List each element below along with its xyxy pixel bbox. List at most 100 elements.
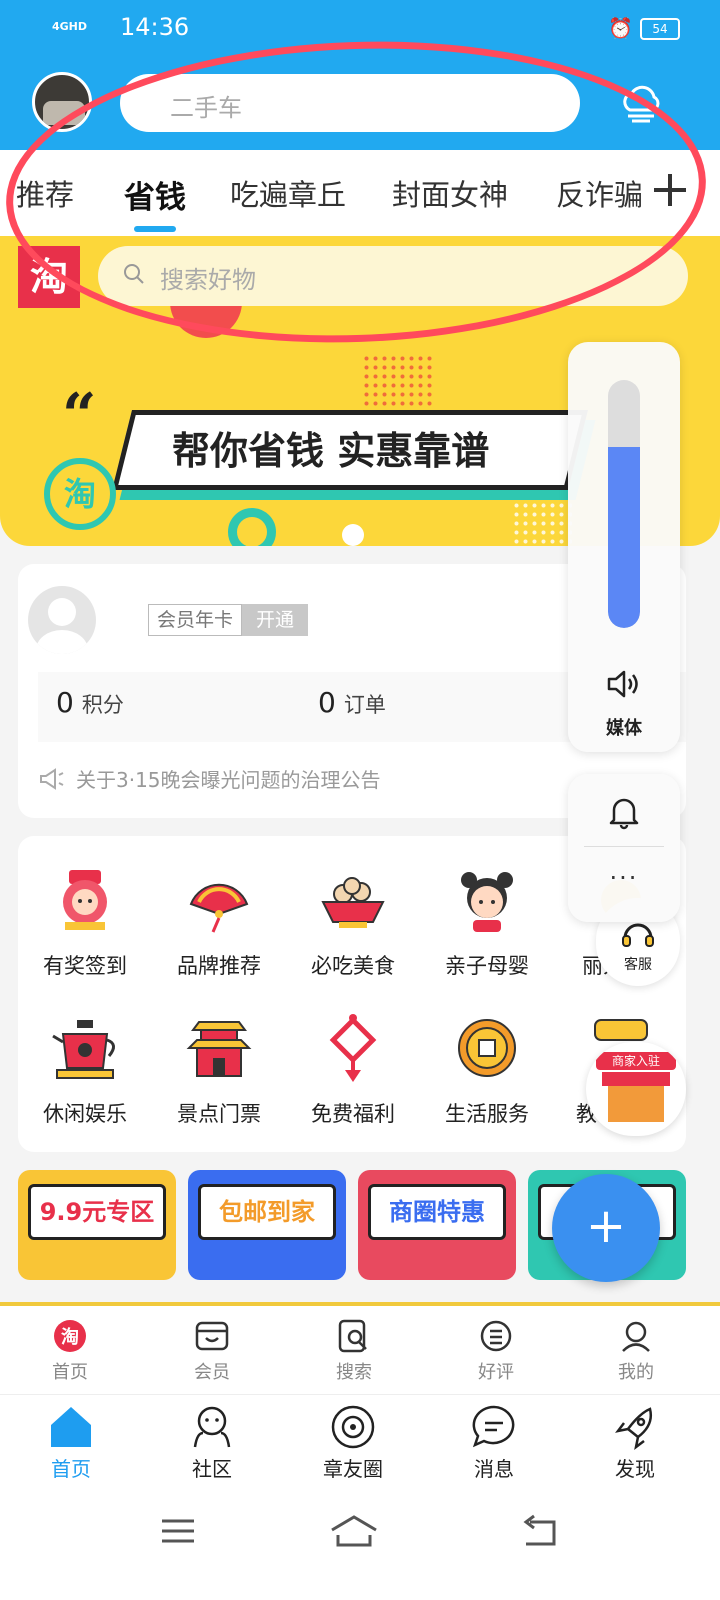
app-nav-home[interactable]: 首页 (26, 1403, 116, 1482)
tab-eat-zhangqiu[interactable]: 吃遍章丘 (230, 172, 346, 214)
category-label: 生活服务 (445, 1102, 529, 1126)
pagoda-icon (186, 1021, 252, 1077)
app-nav-label: 首页 (51, 1457, 91, 1481)
tab-cover-goddess[interactable]: 封面女神 (392, 172, 508, 214)
category-leisure[interactable]: 休闲娱乐 (18, 1012, 152, 1128)
web-nav-label: 好评 (478, 1362, 514, 1383)
community-icon (193, 1406, 231, 1448)
teapot-icon (52, 1020, 115, 1079)
category-free-benefits[interactable]: 免费福利 (286, 1012, 420, 1128)
add-tab-icon[interactable] (652, 172, 688, 208)
web-nav-label: 会员 (194, 1362, 230, 1383)
header-search-placeholder: 二手车 (170, 94, 242, 122)
web-nav-home[interactable]: 淘 首页 (30, 1318, 110, 1384)
web-nav-member[interactable]: 会员 (172, 1318, 252, 1384)
tab-save-money[interactable]: 省钱 (124, 172, 186, 217)
orders-label: 订单 (343, 693, 386, 717)
planet-icon (331, 1405, 375, 1449)
app-nav-discover[interactable]: 发现 (590, 1403, 680, 1482)
decoration-dot (342, 524, 364, 546)
tab-anti-fraud[interactable]: 反诈骗 (556, 172, 643, 214)
volume-media-label: 媒体 (606, 718, 642, 739)
orders-stat[interactable]: 0 订单 (318, 686, 386, 719)
search-doc-icon (338, 1319, 367, 1353)
weather-cloud-icon[interactable] (618, 84, 664, 124)
announcement[interactable]: 关于3·15晚会曝光问题的治理公告 (38, 764, 381, 793)
app-bottom-nav: 首页 社区 章友圈 消息 发现 (0, 1394, 720, 1490)
add-post-button[interactable]: + (552, 1174, 660, 1282)
merchant-join-badge[interactable]: 商家入驻 (586, 1042, 686, 1136)
web-nav-mine[interactable]: 我的 (596, 1318, 676, 1384)
web-nav-label: 首页 (52, 1362, 88, 1383)
taobao-icon: 淘 (54, 1320, 86, 1352)
food-bowl-icon (321, 877, 385, 928)
user-avatar[interactable] (32, 72, 92, 132)
channel-tabs: 推荐 省钱 吃遍章丘 封面女神 反诈骗 (0, 150, 720, 236)
promo-9-9[interactable]: 9.9元专区 (18, 1170, 176, 1280)
web-bottom-nav: 淘 首页 会员 搜索 好评 我的 (0, 1302, 720, 1394)
category-life-service[interactable]: 生活服务 (420, 1012, 554, 1128)
promo-business-district[interactable]: 商圈特惠 (358, 1170, 516, 1280)
smile-list-icon (480, 1320, 512, 1352)
decoration-dots (362, 354, 432, 414)
web-nav-reviews[interactable]: 好评 (456, 1318, 536, 1384)
volume-slider[interactable] (608, 380, 640, 628)
category-brand[interactable]: 品牌推荐 (152, 864, 286, 980)
goods-search-bar[interactable]: 搜索好物 (98, 246, 688, 306)
promo-label: 包邮到家 (198, 1184, 336, 1240)
goods-search-placeholder: 搜索好物 (160, 266, 256, 294)
message-icon (472, 1405, 515, 1448)
category-label: 免费福利 (311, 1102, 395, 1126)
ringer-panel: ··· (568, 774, 680, 922)
child-icon (461, 872, 513, 932)
status-time: 14:36 (120, 13, 190, 41)
promo-label: 9.9元专区 (28, 1184, 166, 1240)
taobao-badge: 淘 (44, 458, 116, 530)
promo-free-shipping[interactable]: 包邮到家 (188, 1170, 346, 1280)
app-nav-messages[interactable]: 消息 (449, 1403, 539, 1482)
lucky-doll-icon (63, 870, 107, 930)
category-checkin[interactable]: 有奖签到 (18, 864, 152, 980)
app-nav-label: 消息 (474, 1457, 514, 1481)
fan-icon (189, 883, 249, 933)
menu-icon[interactable] (160, 1516, 196, 1546)
category-parenting[interactable]: 亲子母婴 (420, 864, 554, 980)
speaker-icon[interactable] (606, 668, 642, 700)
app-nav-community[interactable]: 社区 (167, 1403, 257, 1482)
decoration-ring (228, 508, 276, 546)
app-nav-friend-circle[interactable]: 章友圈 (308, 1403, 398, 1482)
category-label: 亲子母婴 (445, 954, 529, 978)
category-food[interactable]: 必吃美食 (286, 864, 420, 980)
web-nav-search[interactable]: 搜索 (314, 1318, 394, 1384)
battery-indicator: 54 (640, 18, 680, 40)
vip-open-button[interactable]: 开通 (242, 604, 309, 636)
app-nav-label: 章友圈 (323, 1457, 383, 1481)
quote-mark-icon: “ (62, 381, 97, 451)
member-avatar[interactable] (28, 586, 96, 654)
headset-icon (622, 923, 654, 947)
more-options-icon[interactable]: ··· (568, 864, 680, 892)
orders-value: 0 (318, 686, 336, 719)
coin-icon (458, 1019, 516, 1077)
category-label: 必吃美食 (311, 954, 395, 978)
bell-icon[interactable] (606, 794, 642, 830)
vip-card-label: 会员年卡 (148, 604, 243, 636)
app-nav-label: 社区 (192, 1457, 232, 1481)
status-bar: 4GHD 14:36 ⏰ 54 (0, 0, 720, 56)
category-label: 品牌推荐 (177, 954, 261, 978)
category-tickets[interactable]: 景点门票 (152, 1012, 286, 1128)
home-button-icon[interactable] (330, 1514, 378, 1548)
category-label: 景点门票 (177, 1102, 261, 1126)
vip-card-badge[interactable]: 会员年卡 开通 (148, 604, 309, 636)
svg-text:淘: 淘 (61, 1326, 79, 1348)
web-nav-label: 我的 (618, 1362, 654, 1383)
tab-recommend[interactable]: 推荐 (16, 172, 74, 214)
web-nav-label: 搜索 (336, 1362, 372, 1383)
points-stat[interactable]: 0 积分 (56, 686, 124, 719)
header-search-bar[interactable]: 二手车 (120, 74, 580, 132)
back-icon[interactable] (520, 1514, 558, 1548)
customer-service-label: 客服 (624, 957, 652, 973)
active-tab-indicator (134, 226, 176, 232)
alarm-icon: ⏰ (608, 16, 633, 40)
signal-indicator: 4GHD (52, 20, 88, 33)
